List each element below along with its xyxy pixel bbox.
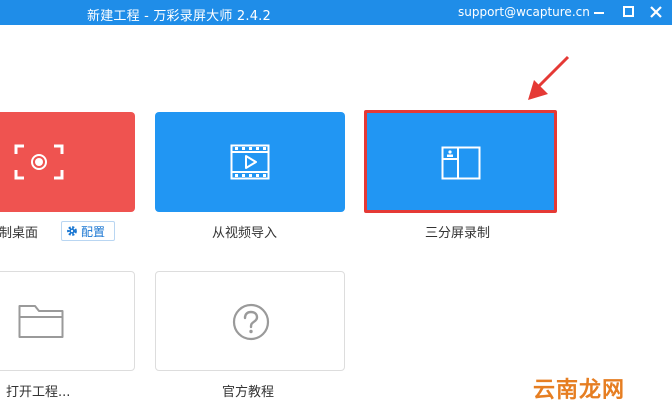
record-screen-icon [14,144,64,180]
red-arrow-annotation [528,55,570,100]
title-bar: 新建工程 - 万彩录屏大师 2.4.2 support@wcapture.cn [0,0,672,25]
support-email[interactable]: support@wcapture.cn [458,5,590,19]
import-video-label: 从视频导入 [212,226,278,241]
close-button[interactable] [645,0,667,25]
record-desktop-card[interactable] [0,112,135,212]
video-film-icon [230,144,270,180]
folder-icon [18,305,64,338]
split-layout-icon [441,146,481,180]
maximize-button[interactable] [618,0,640,25]
window-title: 新建工程 - 万彩录屏大师 2.4.2 [87,9,271,24]
split-screen-card[interactable] [364,110,557,213]
close-icon [650,6,662,18]
watermark-text: 云南龙网 [533,378,626,403]
import-video-card[interactable] [155,112,345,212]
record-desktop-label: 录制桌面 [0,226,39,241]
config-label: 配置 [81,225,106,239]
split-screen-label: 三分屏录制 [425,226,491,241]
open-project-label: 打开工程... [6,385,71,400]
tutorial-card[interactable] [155,271,345,371]
question-icon [232,303,270,341]
minimize-button[interactable] [589,0,611,25]
tutorial-label: 官方教程 [222,385,275,400]
config-button[interactable]: 配置 [61,221,115,241]
gear-icon [67,226,77,236]
open-project-card[interactable] [0,271,135,371]
